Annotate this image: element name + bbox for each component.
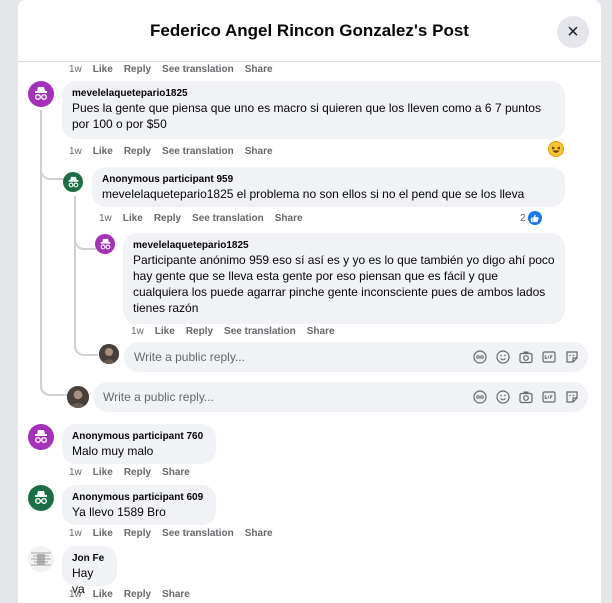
comment-text: Pues la gente que piensa que uno es macr… — [72, 101, 541, 131]
comment-actions: 1w Like Reply See translation Share — [69, 528, 273, 539]
reply-button[interactable]: Reply — [186, 326, 213, 337]
comment-author[interactable]: Anonymous participant 760 — [72, 430, 206, 443]
comment-time[interactable]: 1w — [131, 326, 144, 337]
avatar[interactable] — [28, 546, 54, 572]
sticker-icon[interactable] — [564, 389, 580, 405]
like-button[interactable]: Like — [93, 146, 113, 157]
see-translation-button[interactable]: See translation — [192, 213, 264, 224]
post-modal: Federico Angel Rincon Gonzalez's Post × … — [18, 0, 601, 603]
like-button[interactable]: Like — [123, 213, 143, 224]
thread-connector — [40, 162, 64, 180]
share-button[interactable]: Share — [275, 213, 303, 224]
comment-bubble: Jon Fe Hay va — [62, 546, 117, 596]
comment-author[interactable]: mevelelaquetepario1825 — [133, 239, 555, 252]
thread-connector — [74, 340, 98, 356]
share-button[interactable]: Share — [245, 528, 273, 539]
comment-time[interactable]: 1w — [69, 467, 82, 478]
avatar[interactable] — [95, 234, 115, 254]
share-button[interactable]: Share — [162, 589, 190, 600]
share-button[interactable]: Share — [162, 467, 190, 478]
reply-button[interactable]: Reply — [124, 146, 151, 157]
user-avatar — [67, 386, 89, 408]
avatar[interactable] — [28, 424, 54, 450]
comment-bubble: Anonymous participant 959 mevelelaquetep… — [92, 167, 565, 207]
thread-line — [74, 196, 76, 348]
comment-bubble: Anonymous participant 760 Malo muy malo — [62, 424, 216, 464]
incognito-icon — [35, 491, 47, 504]
thread-line — [40, 110, 42, 386]
thumbs-up-icon — [527, 211, 542, 225]
comment-time[interactable]: 1w — [69, 528, 82, 539]
close-button[interactable]: × — [557, 16, 589, 48]
comment-text: Participante anónimo 959 eso sí así es y… — [133, 253, 555, 315]
camera-icon[interactable] — [518, 389, 534, 405]
comment-time[interactable]: 1w — [69, 589, 82, 600]
share-button[interactable]: Share — [245, 64, 273, 75]
comment-text: Ya llevo 1589 Bro — [72, 505, 166, 519]
comment-bubble: Anonymous participant 609 Ya llevo 1589 … — [62, 485, 216, 525]
like-button[interactable]: Like — [155, 326, 175, 337]
see-translation-button[interactable]: See translation — [162, 64, 234, 75]
reaction-count[interactable]: 2 — [520, 211, 542, 225]
see-translation-button[interactable]: See translation — [162, 146, 234, 157]
comment-author[interactable]: mevelelaquetepario1825 — [72, 87, 555, 100]
comment-text: mevelelaquetepario1825 el problema no so… — [102, 187, 525, 201]
see-translation-button[interactable]: See translation — [162, 528, 234, 539]
like-button[interactable]: Like — [93, 528, 113, 539]
camera-icon[interactable] — [518, 349, 534, 365]
emoji-icon[interactable] — [495, 389, 511, 405]
reply-button[interactable]: Reply — [124, 528, 151, 539]
comment-time[interactable]: 1w — [99, 213, 112, 224]
reply-button[interactable]: Reply — [154, 213, 181, 224]
reply-placeholder: Write a public reply... — [134, 350, 245, 364]
like-button[interactable]: Like — [93, 467, 113, 478]
share-button[interactable]: Share — [307, 326, 335, 337]
comment-actions: 1w Like Reply See translation Share — [69, 64, 273, 75]
comment-actions: 1w Like Reply See translation Share — [69, 146, 273, 157]
incognito-icon — [35, 87, 47, 100]
comment-actions: 1w Like Reply Share — [69, 467, 190, 478]
comment-author[interactable]: Jon Fe — [72, 552, 107, 565]
comment-actions: 1w Like Reply See translation Share — [131, 326, 335, 337]
comment-text: Malo muy malo — [72, 444, 154, 458]
like-button[interactable]: Like — [93, 64, 113, 75]
avatar-sticker-icon[interactable] — [472, 349, 488, 365]
reply-placeholder: Write a public reply... — [103, 390, 214, 404]
reply-button[interactable]: Reply — [124, 467, 151, 478]
comment-author[interactable]: Anonymous participant 609 — [72, 491, 206, 504]
comment-time[interactable]: 1w — [69, 146, 82, 157]
see-translation-button[interactable]: See translation — [224, 326, 296, 337]
reply-input[interactable]: Write a public reply... — [93, 382, 588, 412]
reply-input[interactable]: Write a public reply... — [124, 342, 588, 372]
comment-actions: 1w Like Reply See translation Share — [99, 213, 303, 224]
incognito-icon — [100, 238, 110, 249]
avatar-sticker-icon[interactable] — [472, 389, 488, 405]
gif-icon[interactable] — [541, 349, 557, 365]
comment-author[interactable]: Anonymous participant 959 — [102, 173, 555, 186]
avatar[interactable] — [63, 172, 83, 192]
like-button[interactable]: Like — [93, 589, 113, 600]
comment-bubble: mevelelaquetepario1825 Pues la gente que… — [62, 81, 565, 139]
gif-icon[interactable] — [541, 389, 557, 405]
avatar[interactable] — [28, 81, 54, 107]
sticker-icon[interactable] — [564, 349, 580, 365]
close-icon: × — [567, 20, 579, 43]
user-avatar — [99, 344, 119, 364]
incognito-icon — [68, 176, 78, 187]
avatar[interactable] — [28, 485, 54, 511]
haha-reaction-icon[interactable] — [548, 141, 564, 157]
comment-bubble: mevelelaquetepario1825 Participante anón… — [123, 233, 565, 324]
reply-button[interactable]: Reply — [124, 589, 151, 600]
incognito-icon — [35, 430, 47, 443]
thread-connector — [74, 232, 96, 250]
reply-button[interactable]: Reply — [124, 64, 151, 75]
comment-actions: 1w Like Reply Share — [69, 589, 190, 600]
emoji-icon[interactable] — [495, 349, 511, 365]
like-count: 2 — [520, 212, 526, 224]
thread-connector — [40, 378, 68, 396]
share-button[interactable]: Share — [245, 146, 273, 157]
modal-header: Federico Angel Rincon Gonzalez's Post × — [18, 0, 601, 62]
comments-area: 1w Like Reply See translation Share meve… — [18, 62, 601, 603]
modal-title: Federico Angel Rincon Gonzalez's Post — [150, 20, 469, 40]
